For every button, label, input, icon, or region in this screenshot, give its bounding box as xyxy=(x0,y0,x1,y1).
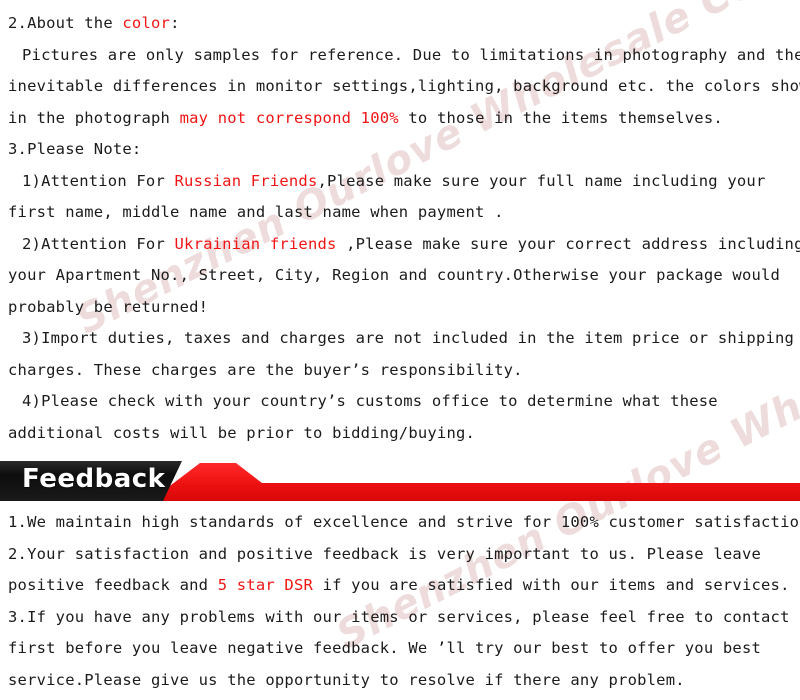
paragraph-line: 2)Attention For Ukrainian friends ,Pleas… xyxy=(0,229,800,261)
body-text: 3)Import duties, taxes and charges are n… xyxy=(22,329,795,347)
body-text: probably be returned! xyxy=(8,297,209,316)
feedback-banner-label: Feedback xyxy=(22,464,166,494)
document-content: 2.About the color: Pictures are only sam… xyxy=(0,0,800,696)
top-spacer xyxy=(0,0,800,8)
heading-highlight: color xyxy=(122,14,171,32)
paragraph-line: 4)Please check with your country’s custo… xyxy=(0,386,800,418)
paragraph-line: 1.We maintain high standards of excellen… xyxy=(0,507,800,539)
paragraph-line: 1)Attention For Russian Friends,Please m… xyxy=(0,166,800,198)
paragraph-line: Pictures are only samples for reference.… xyxy=(0,40,800,72)
body-text: first name, middle name and last name wh… xyxy=(8,203,504,221)
body-text: 2)Attention For xyxy=(22,234,175,253)
paragraph-line: service.Please give us the opportunity t… xyxy=(0,665,800,697)
body-text: Pictures are only samples for reference.… xyxy=(22,45,800,64)
body-text: ,Please make sure your correct address i… xyxy=(336,234,800,253)
highlight-text: Ukrainian friends xyxy=(174,234,337,253)
body-text: 3.If you have any problems with our item… xyxy=(8,607,800,626)
section-heading-please-note: 3.Please Note: xyxy=(8,140,142,158)
body-text: service.Please give us the opportunity t… xyxy=(8,670,685,689)
paragraph-line: first name, middle name and last name wh… xyxy=(0,197,800,229)
paragraph-line: 2.Your satisfaction and positive feedbac… xyxy=(0,539,800,571)
paragraph-line: your Apartment No., Street, City, Region… xyxy=(0,260,800,292)
body-text: 4)Please check with your country’s custo… xyxy=(22,392,718,410)
paragraph-line: 3.If you have any problems with our item… xyxy=(0,602,800,634)
body-text: to those in the items themselves. xyxy=(398,108,723,127)
feedback-body: 1.We maintain high standards of excellen… xyxy=(0,507,800,696)
body-text: charges. These charges are the buyer’s r… xyxy=(8,360,523,379)
heading-suffix: : xyxy=(170,14,180,32)
paragraph-line: positive feedback and 5 star DSR if you … xyxy=(0,570,800,602)
paragraph-line: 3)Import duties, taxes and charges are n… xyxy=(0,323,800,355)
highlight-text: 5 star DSR xyxy=(217,576,314,594)
paragraph-line: charges. These charges are the buyer’s r… xyxy=(0,355,800,387)
body-text: in the photograph xyxy=(8,108,180,127)
paragraph-line: additional costs will be prior to biddin… xyxy=(0,418,800,450)
highlight-text: Russian Friends xyxy=(174,171,318,190)
section-heading-color: 2.About the color: xyxy=(0,8,800,40)
body-text: ,Please make sure your full name includi… xyxy=(317,171,766,190)
body-text: if you are satisfied with our items and … xyxy=(313,576,790,594)
paragraph-line: in the photograph may not correspond 100… xyxy=(0,103,800,135)
body-text: your Apartment No., Street, City, Region… xyxy=(8,266,781,284)
feedback-banner: Feedback xyxy=(0,457,800,501)
paragraph-line: probably be returned! xyxy=(0,292,800,324)
body-text: 1)Attention For xyxy=(22,171,175,190)
highlight-text: may not correspond 100% xyxy=(179,108,399,127)
body-text: inevitable differences in monitor settin… xyxy=(8,77,800,95)
body-text: additional costs will be prior to biddin… xyxy=(8,423,476,442)
color-note-body: Pictures are only samples for reference.… xyxy=(0,40,800,135)
body-text: first before you leave negative feedback… xyxy=(8,639,762,657)
please-note-body: 1)Attention For Russian Friends,Please m… xyxy=(0,166,800,450)
paragraph-line: inevitable differences in monitor settin… xyxy=(0,71,800,103)
body-text: 1.We maintain high standards of excellen… xyxy=(8,513,800,531)
body-text: positive feedback and xyxy=(8,576,218,594)
page-root: Shenzhen Ourlove Wholesale Co.,Ltd Shenz… xyxy=(0,0,800,700)
paragraph-line: first before you leave negative feedback… xyxy=(0,633,800,665)
heading-prefix: 2.About the xyxy=(8,14,123,32)
body-text: 2.Your satisfaction and positive feedbac… xyxy=(8,544,762,563)
